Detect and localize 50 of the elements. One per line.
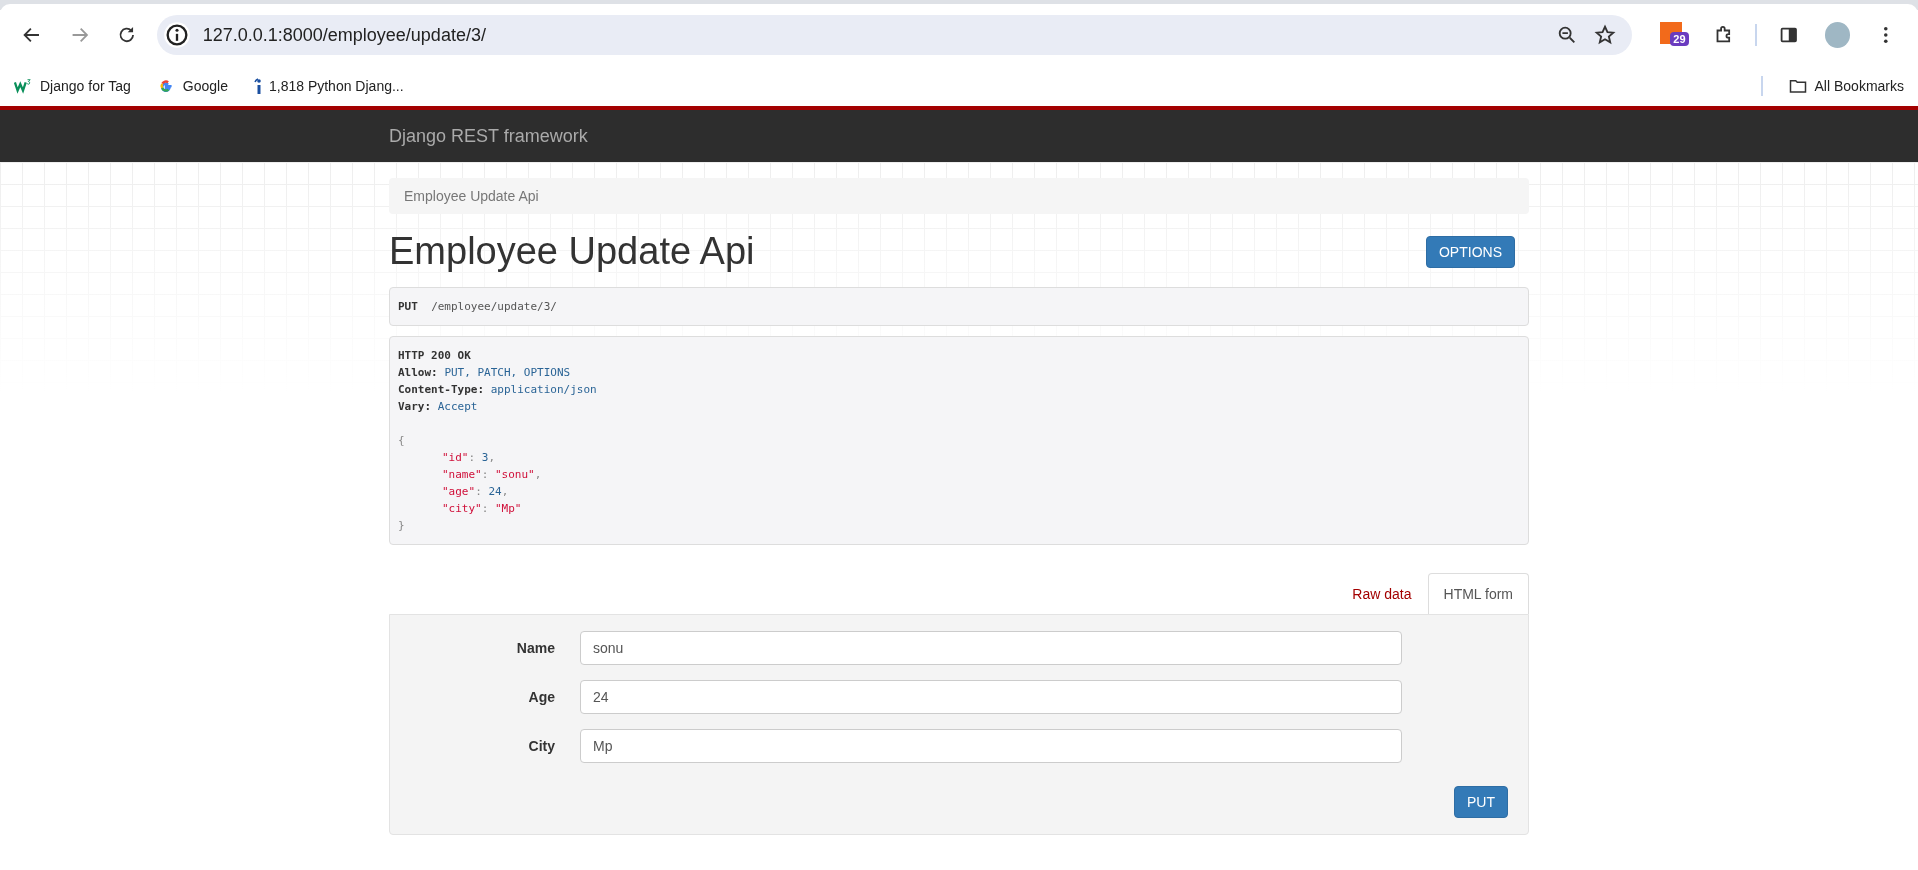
input-field[interactable]: 24	[580, 680, 1402, 714]
tab[interactable]: HTML form	[1427, 573, 1529, 614]
json-colon: :	[481, 502, 489, 515]
header-value: Accept	[437, 400, 478, 413]
header-name: Vary:	[398, 400, 432, 413]
tab[interactable]: Raw data	[1336, 573, 1428, 614]
extension-badge: 29	[1670, 32, 1689, 46]
header-name: Content-Type:	[398, 383, 485, 396]
put-button[interactable]: PUT	[1454, 786, 1508, 818]
input-field[interactable]: Mp	[580, 729, 1402, 763]
json-value: "Mp"	[495, 502, 522, 515]
brand-link[interactable]: Django REST framework	[389, 125, 588, 146]
field-label: Age	[527, 689, 555, 705]
bookmark-link[interactable]: Django for Tag	[14, 78, 131, 94]
w-logo-icon	[14, 78, 32, 94]
json-key: "age"	[442, 485, 476, 498]
folder-icon	[1788, 78, 1807, 94]
json-colon: :	[475, 485, 482, 498]
json-key: "city"	[442, 502, 482, 515]
json-comma: ,	[488, 451, 495, 464]
json-colon: :	[468, 451, 476, 464]
star-icon[interactable]	[1594, 24, 1617, 46]
json-brace: {	[398, 434, 405, 447]
field-label: Name	[515, 640, 555, 656]
all-bookmarks-link[interactable]: All Bookmarks	[1788, 78, 1904, 94]
page-title: Employee Update Api	[389, 230, 755, 273]
json-key: "name"	[442, 468, 482, 481]
options-button[interactable]: OPTIONS	[1426, 235, 1515, 268]
breadcrumb-link[interactable]: Employee Update Api	[404, 188, 539, 204]
info-icon[interactable]	[162, 21, 191, 49]
json-colon: :	[481, 468, 489, 481]
info-i-icon	[253, 77, 261, 95]
json-comma: ,	[534, 468, 542, 481]
address-bar[interactable]: 127.0.0.1:8000/employee/update/3/	[156, 15, 1633, 55]
bookmark-link[interactable]: 1,818 Python Djang...	[253, 77, 404, 95]
bookmark-link[interactable]: Google	[156, 78, 228, 94]
json-value: "sonu"	[495, 468, 535, 481]
input-field[interactable]: sonu	[580, 631, 1402, 665]
request-path: /employee/update/3/	[431, 300, 557, 313]
request-method: PUT	[398, 300, 418, 313]
header-value: application/json	[490, 383, 597, 396]
json-value: 24	[488, 485, 502, 498]
header-value: PUT, PATCH, OPTIONS	[444, 366, 571, 379]
status-line: HTTP 200 OK	[398, 349, 471, 362]
json-value: 3	[481, 451, 489, 464]
field-label: City	[527, 738, 555, 754]
json-key: "id"	[442, 451, 469, 464]
json-comma: ,	[501, 485, 509, 498]
header-name: Allow:	[398, 366, 438, 379]
json-brace: }	[398, 519, 405, 532]
